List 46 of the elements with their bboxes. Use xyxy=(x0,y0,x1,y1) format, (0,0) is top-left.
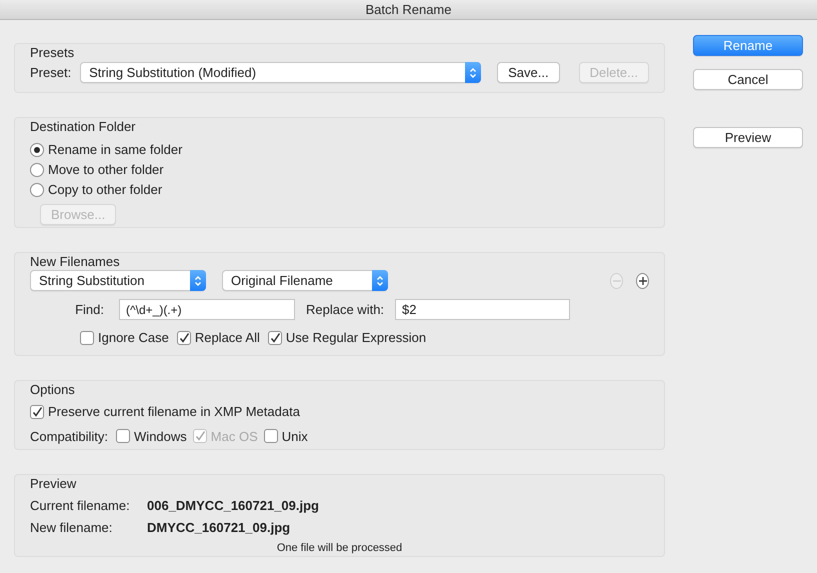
status-text: One file will be processed xyxy=(276,542,402,554)
checkbox-label: Use Regular Expression xyxy=(286,330,426,345)
filename-value: 006_DMYCC_160721_09.jpg xyxy=(147,498,319,513)
checkbox-label: Ignore Case xyxy=(98,330,169,345)
checkbox-label: Windows xyxy=(134,428,187,444)
checkbox-label: Unix xyxy=(282,428,308,444)
checkbox[interactable] xyxy=(264,429,278,443)
section-heading: Options xyxy=(30,382,76,398)
source-popup[interactable]: Original Filename xyxy=(222,270,388,291)
checkbox-label: Preserve current filename in XMP Metadata xyxy=(48,404,300,419)
radio-button[interactable] xyxy=(30,182,44,196)
field-label: Find: xyxy=(74,302,104,317)
checkbox[interactable] xyxy=(176,330,191,344)
filename-value: DMYCC_160721_09.jpg xyxy=(147,520,290,535)
checkbox[interactable] xyxy=(116,429,130,443)
preview-button[interactable]: Preview xyxy=(693,127,803,148)
section-heading: Presets xyxy=(30,45,76,61)
plus-icon[interactable] xyxy=(636,272,649,288)
action-button[interactable]: Cancel xyxy=(693,69,803,90)
checkbox-label: Mac OS xyxy=(210,428,258,444)
field-label: Replace with: xyxy=(306,302,384,317)
checkbox[interactable] xyxy=(268,330,282,344)
field-label: Compatibility: xyxy=(30,428,108,444)
radio-button[interactable] xyxy=(30,162,44,176)
checkbox[interactable] xyxy=(80,330,94,344)
field-label: New filename: xyxy=(30,520,114,535)
method-popup[interactable]: String Substitution xyxy=(30,270,206,291)
field-label: Preset: xyxy=(30,65,72,80)
field-label: Current filename: xyxy=(30,498,131,513)
preset-button[interactable]: Save... xyxy=(497,62,560,83)
window-title: Batch Rename xyxy=(0,0,817,20)
stepper-arrows-icon xyxy=(372,270,388,291)
radio-label: Copy to other folder xyxy=(48,182,162,197)
find-field[interactable]: (^\d+_)(.+) xyxy=(119,299,295,320)
checkbox[interactable] xyxy=(30,404,44,418)
section-heading: Destination Folder xyxy=(30,119,136,135)
radio-label: Rename in same folder xyxy=(48,142,182,157)
stepper-arrows-icon xyxy=(190,270,206,291)
stepper-arrows-icon xyxy=(465,62,482,83)
checkbox-label: Replace All xyxy=(194,330,260,345)
replace-field[interactable]: $2 xyxy=(395,299,570,320)
section-heading: Preview xyxy=(30,476,78,492)
section-heading: New Filenames xyxy=(30,254,121,270)
radio-label: Move to other folder xyxy=(48,162,164,177)
radio-button[interactable] xyxy=(30,142,44,156)
preset-popup[interactable]: String Substitution (Modified) xyxy=(80,62,482,83)
